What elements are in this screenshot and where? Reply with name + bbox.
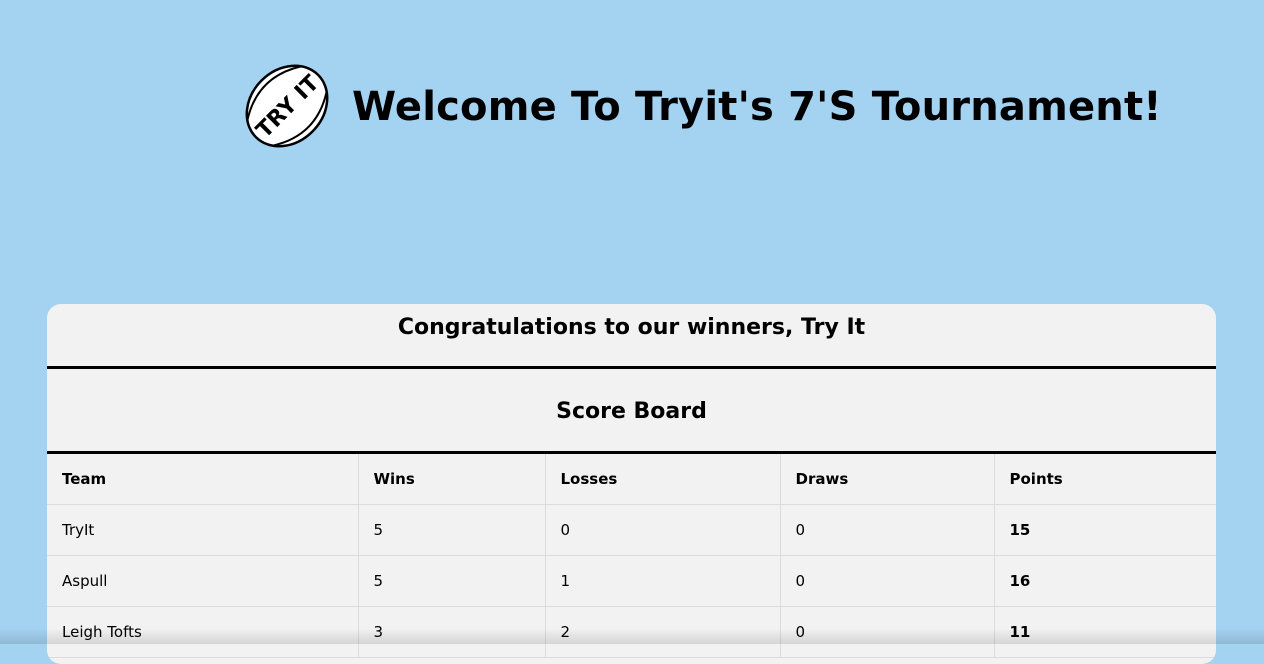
wins-cell: 5 [358, 556, 545, 607]
page-header: TRY IT Welcome To Tryit's 7'S Tournament… [0, 0, 1264, 220]
draws-cell: 0 [780, 556, 994, 607]
table-row: Leigh Tofts 3 2 0 11 [47, 607, 1216, 658]
points-cell: 16 [994, 556, 1216, 607]
team-cell: TryIt [47, 505, 358, 556]
points-cell: 15 [994, 505, 1216, 556]
losses-cell: 1 [545, 556, 780, 607]
losses-cell: 2 [545, 607, 780, 658]
scoreboard-table: Team Wins Losses Draws Points TryIt 5 0 … [47, 454, 1216, 658]
draws-cell: 0 [780, 607, 994, 658]
draws-cell: 0 [780, 505, 994, 556]
column-header-team: Team [47, 454, 358, 505]
team-cell: Leigh Tofts [47, 607, 358, 658]
losses-cell: 0 [545, 505, 780, 556]
column-header-points: Points [994, 454, 1216, 505]
page-title: Welcome To Tryit's 7'S Tournament! [352, 84, 1162, 130]
table-header-row: Team Wins Losses Draws Points [47, 454, 1216, 505]
table-row: Aspull 5 1 0 16 [47, 556, 1216, 607]
wins-cell: 3 [358, 607, 545, 658]
team-cell: Aspull [47, 556, 358, 607]
winners-banner: Congratulations to our winners, Try It [47, 304, 1216, 369]
column-header-losses: Losses [545, 454, 780, 505]
column-header-wins: Wins [358, 454, 545, 505]
column-header-draws: Draws [780, 454, 994, 505]
scoreboard-title: Score Board [47, 369, 1216, 454]
rugby-ball-logo: TRY IT [241, 60, 333, 152]
scoreboard-card: Congratulations to our winners, Try It S… [47, 304, 1216, 664]
wins-cell: 5 [358, 505, 545, 556]
points-cell: 11 [994, 607, 1216, 658]
table-row: TryIt 5 0 0 15 [47, 505, 1216, 556]
